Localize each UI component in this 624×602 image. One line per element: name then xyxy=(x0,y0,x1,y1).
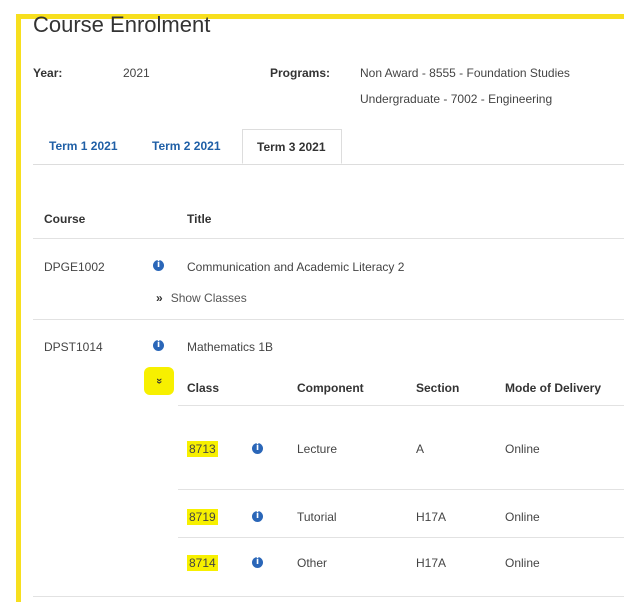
class-component: Tutorial xyxy=(297,510,337,524)
hide-classes-toggle[interactable]: » xyxy=(144,367,174,395)
show-classes-link[interactable]: » Show Classes xyxy=(156,291,247,305)
column-header-course: Course xyxy=(44,212,86,226)
column-header-title: Title xyxy=(187,212,212,226)
course-title: Communication and Academic Literacy 2 xyxy=(187,260,405,274)
double-chevron-down-icon: » xyxy=(153,377,165,385)
info-icon[interactable]: i xyxy=(153,260,164,271)
course-code: DPST1014 xyxy=(44,340,103,354)
show-classes-label: Show Classes xyxy=(170,291,247,305)
info-icon[interactable]: i xyxy=(252,443,263,454)
column-header-component: Component xyxy=(297,381,364,395)
class-number[interactable]: 8714 xyxy=(187,555,218,571)
class-number[interactable]: 8713 xyxy=(187,441,218,457)
program-item: Undergraduate - 7002 - Engineering xyxy=(360,92,553,106)
tab-term-2-2021[interactable]: Term 2 2021 xyxy=(152,129,221,164)
table-divider xyxy=(33,319,624,320)
double-chevron-right-icon: » xyxy=(156,291,163,305)
course-title: Mathematics 1B xyxy=(187,340,274,354)
class-section: H17A xyxy=(416,556,447,570)
course-code: DPGE1002 xyxy=(44,260,105,274)
class-mode: Online xyxy=(505,510,540,524)
class-section: A xyxy=(416,442,425,456)
class-component: Lecture xyxy=(297,442,338,456)
class-component: Other xyxy=(297,556,328,570)
page-title: Course Enrolment xyxy=(33,12,211,37)
column-header-mode-of-delivery: Mode of Delivery xyxy=(505,381,602,395)
table-divider xyxy=(178,405,624,406)
highlight-frame-left xyxy=(16,14,21,602)
class-mode: Online xyxy=(505,442,540,456)
programs-label: Programs: xyxy=(270,66,331,80)
year-label: Year: xyxy=(33,66,63,80)
class-number[interactable]: 8719 xyxy=(187,509,218,525)
table-divider xyxy=(178,489,624,490)
tab-term-3-2021[interactable]: Term 3 2021 xyxy=(242,129,342,164)
info-icon[interactable]: i xyxy=(252,557,263,568)
info-icon[interactable]: i xyxy=(252,511,263,522)
year-value: 2021 xyxy=(123,66,150,80)
tabs-divider xyxy=(33,164,624,165)
table-divider xyxy=(33,596,624,597)
info-icon[interactable]: i xyxy=(153,340,164,351)
tab-term-1-2021[interactable]: Term 1 2021 xyxy=(49,129,118,164)
column-header-class: Class xyxy=(187,381,220,395)
class-mode: Online xyxy=(505,556,540,570)
table-divider xyxy=(178,537,624,538)
table-divider xyxy=(33,238,624,239)
column-header-section: Section xyxy=(416,381,460,395)
class-section: H17A xyxy=(416,510,447,524)
program-item: Non Award - 8555 - Foundation Studies xyxy=(360,66,570,80)
